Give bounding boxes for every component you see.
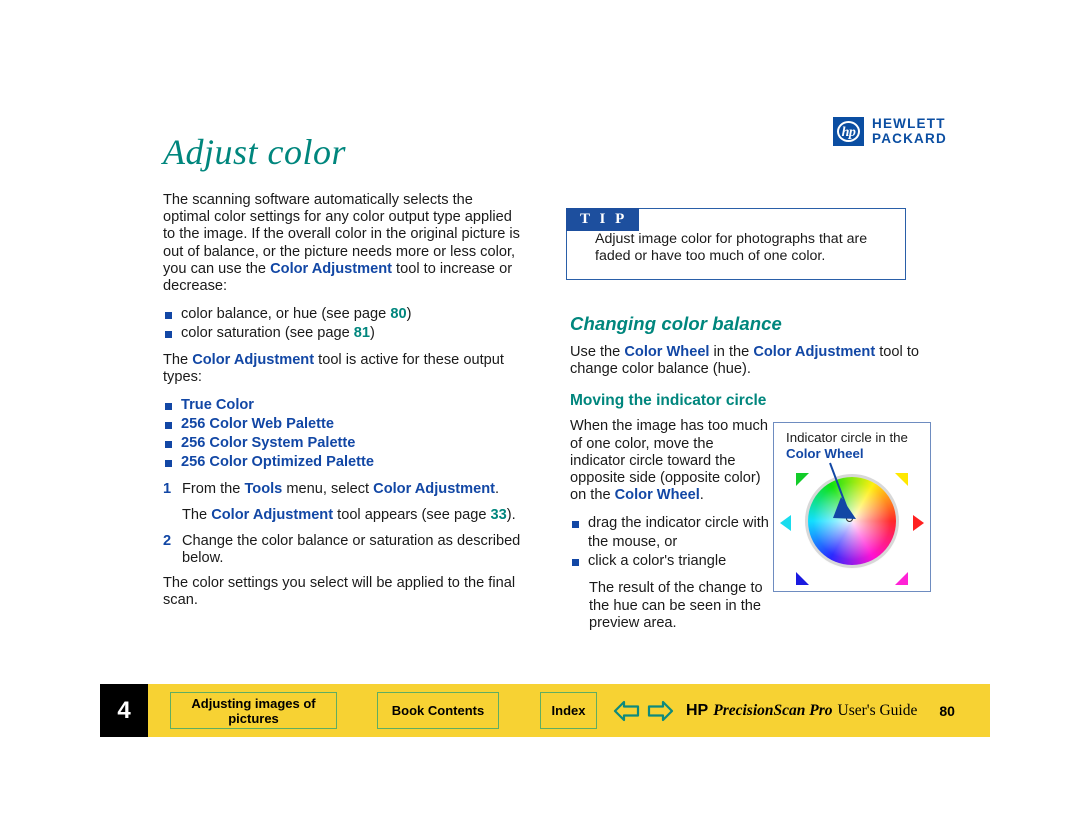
intro-paragraph: The scanning software automatically sele… bbox=[163, 192, 521, 295]
triangle-green-icon[interactable] bbox=[796, 473, 809, 486]
list-item: 256 Color Web Palette bbox=[163, 415, 521, 434]
next-page-arrow-icon[interactable] bbox=[646, 698, 674, 724]
link-color-adjustment[interactable]: Color Adjustment bbox=[211, 507, 333, 523]
instruction-part2: . bbox=[699, 487, 704, 504]
active-types-part1: The bbox=[163, 352, 193, 369]
tip-text: Adjust image color for photographs that … bbox=[595, 231, 868, 264]
instruction-paragraph: When the image has too much of one color… bbox=[570, 418, 770, 504]
list-item: True Color bbox=[163, 396, 521, 415]
triangle-blue-icon[interactable] bbox=[796, 572, 809, 585]
section-heading: Changing color balance bbox=[570, 313, 782, 334]
link-color-wheel[interactable]: Color Wheel bbox=[615, 487, 700, 503]
step-2: 2 Change the color balance or saturation … bbox=[163, 533, 521, 567]
step-part3: . bbox=[495, 481, 500, 498]
closing-paragraph: The color settings you select will be ap… bbox=[163, 575, 516, 609]
hp-logo-line2: PACKARD bbox=[872, 130, 947, 146]
triangle-cyan-icon[interactable] bbox=[780, 515, 791, 531]
procedure-steps-continued: 2 Change the color balance or saturation … bbox=[163, 533, 521, 567]
brand-guide-label: User's Guide bbox=[837, 701, 918, 719]
bullet-text-after: ) bbox=[370, 325, 375, 342]
page-number: 80 bbox=[939, 702, 955, 719]
link-color-adjustment[interactable]: Color Adjustment bbox=[753, 344, 875, 360]
bullet-text-before: color saturation (see page bbox=[181, 325, 354, 342]
footer-brand: HP PrecisionScan Pro User's Guide bbox=[686, 702, 917, 720]
substep-part2: tool appears (see page bbox=[333, 506, 491, 523]
hp-logo-text: hp bbox=[837, 121, 860, 142]
page-reference[interactable]: 81 bbox=[354, 325, 370, 341]
result-paragraph: The result of the change to the hue can … bbox=[589, 580, 763, 631]
substep-part3: ). bbox=[506, 506, 516, 523]
page-title: Adjust color bbox=[163, 132, 346, 172]
procedure-steps: 1 From the Tools menu, select Color Adjus… bbox=[163, 481, 521, 498]
color-wheel[interactable] bbox=[808, 477, 896, 565]
bullet-text-before: color balance, or hue (see page bbox=[181, 306, 391, 323]
page-reference[interactable]: 33 bbox=[491, 507, 507, 523]
step-number: 1 bbox=[163, 481, 172, 498]
hp-logo-mark: hp bbox=[833, 117, 864, 146]
intro-part2: in the bbox=[709, 344, 754, 360]
triangle-red-icon[interactable] bbox=[913, 515, 924, 531]
link-tools[interactable]: Tools bbox=[244, 481, 282, 497]
hp-logo-wordmark: HEWLETT PACKARD bbox=[872, 116, 947, 146]
step-part1: Change the color balance or saturation a… bbox=[182, 532, 521, 567]
indicator-circle[interactable] bbox=[846, 515, 853, 522]
link-color-wheel[interactable]: Color Wheel bbox=[786, 446, 864, 461]
step-part2: menu, select bbox=[282, 481, 374, 498]
caption-part1: Indicator circle in the bbox=[786, 430, 908, 445]
brand-product-label: PrecisionScan Pro bbox=[713, 701, 833, 719]
list-item: click a color's triangle bbox=[570, 552, 770, 571]
list-item: drag the indicator circle with the mouse… bbox=[570, 514, 770, 552]
page-reference[interactable]: 80 bbox=[390, 306, 406, 322]
figure-caption: Indicator circle in the Color Wheel bbox=[786, 430, 926, 462]
hp-logo: hp HEWLETT PACKARD bbox=[833, 116, 947, 146]
triangle-yellow-icon[interactable] bbox=[895, 473, 908, 486]
link-color-adjustment[interactable]: Color Adjustment bbox=[192, 352, 314, 368]
step-part1: From the bbox=[182, 481, 245, 498]
list-item: color saturation (see page 81) bbox=[163, 324, 521, 343]
brand-hp-label: HP bbox=[686, 701, 709, 719]
tip-callout: Adjust image color for photographs that … bbox=[566, 208, 906, 280]
hp-logo-line1: HEWLETT bbox=[872, 116, 946, 131]
navigation-arrows bbox=[613, 698, 674, 724]
triangle-magenta-icon[interactable] bbox=[895, 572, 908, 585]
sub-heading: Moving the indicator circle bbox=[570, 392, 767, 410]
output-types-list: True Color 256 Color Web Palette 256 Col… bbox=[163, 396, 521, 473]
left-column: The scanning software automatically sele… bbox=[163, 192, 521, 620]
substep-part1: The bbox=[182, 506, 212, 523]
intro-part1: Use the bbox=[570, 344, 625, 360]
list-item: 256 Color Optimized Palette bbox=[163, 453, 521, 472]
list-item: 256 Color System Palette bbox=[163, 434, 521, 453]
link-color-adjustment[interactable]: Color Adjustment bbox=[270, 261, 392, 277]
list-item: color balance, or hue (see page 80) bbox=[163, 305, 521, 324]
footer-navigation-bar: 4 Adjusting images of pictures Book Cont… bbox=[100, 684, 990, 737]
tip-badge: T I P bbox=[566, 208, 640, 231]
action-bullet-list: drag the indicator circle with the mouse… bbox=[570, 514, 770, 571]
step-number: 2 bbox=[163, 532, 172, 549]
link-color-adjustment[interactable]: Color Adjustment bbox=[373, 481, 495, 497]
section-button[interactable]: Adjusting images of pictures bbox=[170, 692, 337, 729]
step-1-result: The Color Adjustment tool appears (see p… bbox=[163, 507, 521, 524]
section-intro-paragraph: Use the Color Wheel in the Color Adjustm… bbox=[570, 344, 920, 378]
step-1: 1 From the Tools menu, select Color Adjus… bbox=[163, 481, 521, 498]
active-types-paragraph: The Color Adjustment tool is active for … bbox=[163, 352, 521, 386]
link-color-wheel[interactable]: Color Wheel bbox=[624, 344, 709, 360]
bullet-text-after: ) bbox=[406, 306, 412, 323]
instruction-block: When the image has too much of one color… bbox=[570, 418, 770, 632]
index-button[interactable]: Index bbox=[540, 692, 597, 729]
color-wheel-figure: Indicator circle in the Color Wheel bbox=[773, 422, 931, 592]
previous-page-arrow-icon[interactable] bbox=[613, 698, 641, 724]
color-wheel-stage bbox=[774, 469, 930, 591]
document-page: hp HEWLETT PACKARD Adjust color The scan… bbox=[0, 0, 1080, 834]
chapter-number-badge: 4 bbox=[100, 684, 148, 737]
book-contents-button[interactable]: Book Contents bbox=[377, 692, 499, 729]
capability-bullet-list: color balance, or hue (see page 80) colo… bbox=[163, 305, 521, 343]
